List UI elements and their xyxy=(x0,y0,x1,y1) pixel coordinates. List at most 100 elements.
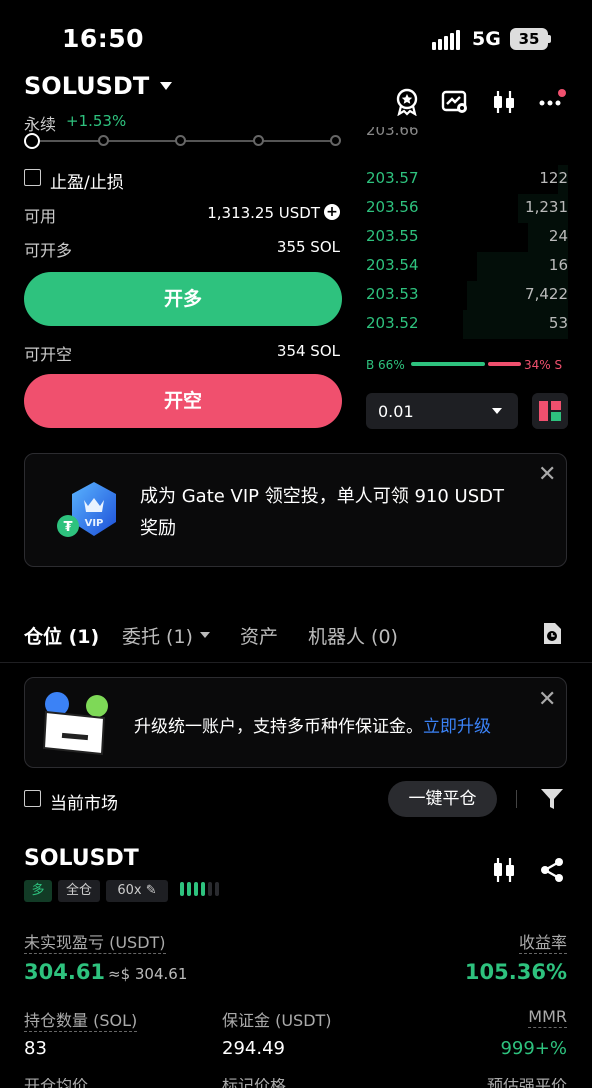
share-icon[interactable] xyxy=(539,857,565,883)
mmr-label: MMR xyxy=(528,1007,567,1028)
leverage-slider[interactable] xyxy=(32,135,341,146)
history-icon[interactable] xyxy=(541,622,563,646)
ask-price-partial: 203.66 xyxy=(366,127,419,139)
unrealized-pnl-usd: ≈$ 304.61 xyxy=(108,965,188,983)
bid-price: 203.55 xyxy=(366,227,419,245)
sell-ratio-bar xyxy=(488,362,521,366)
bid-row[interactable]: 203.55 24 xyxy=(366,223,568,252)
slider-thumb[interactable] xyxy=(24,133,40,149)
add-funds-icon[interactable]: + xyxy=(324,204,340,220)
open-long-button[interactable]: 开多 xyxy=(24,272,342,326)
filter-icon[interactable] xyxy=(540,787,564,811)
upgrade-message: 升级统一账户，支持多币种作保证金。 xyxy=(134,717,423,737)
tp-sl-checkbox[interactable] xyxy=(24,169,41,186)
tp-sl-label: 止盈/止损 xyxy=(50,173,124,193)
upgrade-text: 升级统一账户，支持多币种作保证金。立即升级 xyxy=(134,712,491,737)
available-label: 可用 xyxy=(24,207,57,226)
battery-tip xyxy=(548,35,551,43)
bid-qty: 24 xyxy=(548,227,568,245)
status-time: 16:50 xyxy=(62,24,145,53)
bid-price: 203.53 xyxy=(366,285,419,303)
more-icon[interactable] xyxy=(538,88,566,116)
edit-icon: ✎ xyxy=(145,883,157,898)
mmr-value: 999+% xyxy=(500,1038,567,1059)
buy-ratio: B 66% xyxy=(366,358,405,372)
pair-selector[interactable]: SOLUSDT xyxy=(24,72,149,100)
precision-value: 0.01 xyxy=(378,402,414,421)
tab-positions[interactable]: 仓位 (1) xyxy=(24,622,99,649)
bid-row[interactable]: 203.57 122 xyxy=(366,165,568,194)
upgrade-now-link[interactable]: 立即升级 xyxy=(423,717,491,737)
mark-price-label: 标记价格 xyxy=(222,1078,287,1088)
max-long-label: 可开多 xyxy=(24,241,73,260)
current-market-checkbox[interactable] xyxy=(24,790,41,807)
divider xyxy=(516,790,517,808)
price-change: +1.53% xyxy=(66,112,127,130)
book-layout-icon[interactable] xyxy=(532,393,568,429)
risk-level-bar xyxy=(187,882,191,896)
roe-value: 105.36% xyxy=(464,960,567,984)
tab-bots[interactable]: 机器人 (0) xyxy=(308,622,398,649)
tab-assets[interactable]: 资产 xyxy=(240,622,278,649)
close-icon[interactable]: ✕ xyxy=(538,462,556,487)
candlestick-icon[interactable] xyxy=(490,856,518,884)
side-badge: 多 xyxy=(24,880,52,902)
caret-down-icon[interactable] xyxy=(160,82,172,90)
position-symbol[interactable]: SOLUSDT xyxy=(24,846,139,871)
leverage-value: 60x xyxy=(117,883,142,898)
bid-qty: 122 xyxy=(539,169,568,187)
caret-down-icon xyxy=(492,408,502,414)
margin-label: 保证金 (USDT) xyxy=(222,1011,332,1030)
bid-price: 203.57 xyxy=(366,169,419,187)
vip-badge-icon: VIP ₮ xyxy=(57,482,116,537)
max-short-value: 354 SOL xyxy=(276,342,340,360)
candlestick-icon[interactable] xyxy=(490,88,518,116)
signal-icon xyxy=(432,30,462,50)
sell-ratio: 34% S xyxy=(524,358,563,372)
entry-price-label: 开仓均价 xyxy=(24,1078,89,1088)
bid-price: 203.54 xyxy=(366,256,419,274)
liq-price-label: 预估强平价 xyxy=(486,1078,567,1088)
bid-qty: 53 xyxy=(548,314,568,332)
unrealized-pnl-label: 未实现盈亏 (USDT) xyxy=(24,933,166,954)
bid-row[interactable]: 203.56 1,231 xyxy=(366,194,568,223)
buy-ratio-bar xyxy=(411,362,485,366)
bid-row[interactable]: 203.53 7,422 xyxy=(366,281,568,310)
risk-level-bar xyxy=(201,882,205,896)
leverage-badge[interactable]: 60x ✎ xyxy=(106,880,168,902)
risk-level-bar xyxy=(180,882,184,896)
vip-badge-text: VIP xyxy=(85,518,104,529)
open-short-button[interactable]: 开空 xyxy=(24,374,342,428)
chart-settings-icon[interactable] xyxy=(441,88,469,116)
bid-qty: 16 xyxy=(548,256,568,274)
bid-qty: 7,422 xyxy=(525,285,568,303)
unrealized-pnl-value: 304.61 xyxy=(24,960,106,984)
roe-label: 收益率 xyxy=(518,933,567,954)
size-value: 83 xyxy=(24,1038,47,1059)
battery-icon: 35 xyxy=(510,28,548,50)
contract-type: 永续 xyxy=(24,115,57,134)
bid-row[interactable]: 203.54 16 xyxy=(366,252,568,281)
risk-level-bar xyxy=(215,882,219,896)
award-icon[interactable] xyxy=(393,88,421,116)
max-short-label: 可开空 xyxy=(24,345,73,364)
margin-value: 294.49 xyxy=(222,1038,285,1059)
svg-text:₮: ₮ xyxy=(63,520,72,535)
bid-price: 203.56 xyxy=(366,198,419,216)
available-value: 1,313.25 USDT xyxy=(207,204,320,222)
divider xyxy=(0,662,592,663)
close-all-button[interactable]: 一键平仓 xyxy=(388,781,497,817)
bid-qty: 1,231 xyxy=(525,198,568,216)
tab-orders[interactable]: 委托 (1) xyxy=(122,622,193,649)
max-long-value: 355 SOL xyxy=(276,238,340,256)
network-type: 5G xyxy=(472,28,501,50)
vip-promo-text: 成为 Gate VIP 领空投，单人可领 910 USDT 奖励 xyxy=(140,486,505,539)
bid-price: 203.52 xyxy=(366,314,419,332)
margin-mode-badge: 全仓 xyxy=(58,880,100,902)
close-icon[interactable]: ✕ xyxy=(538,687,556,712)
current-market-label: 当前市场 xyxy=(50,794,118,814)
caret-down-icon[interactable] xyxy=(200,632,210,638)
bid-row[interactable]: 203.52 53 xyxy=(366,310,568,339)
risk-level-bar xyxy=(208,882,212,896)
risk-level-bar xyxy=(194,882,198,896)
